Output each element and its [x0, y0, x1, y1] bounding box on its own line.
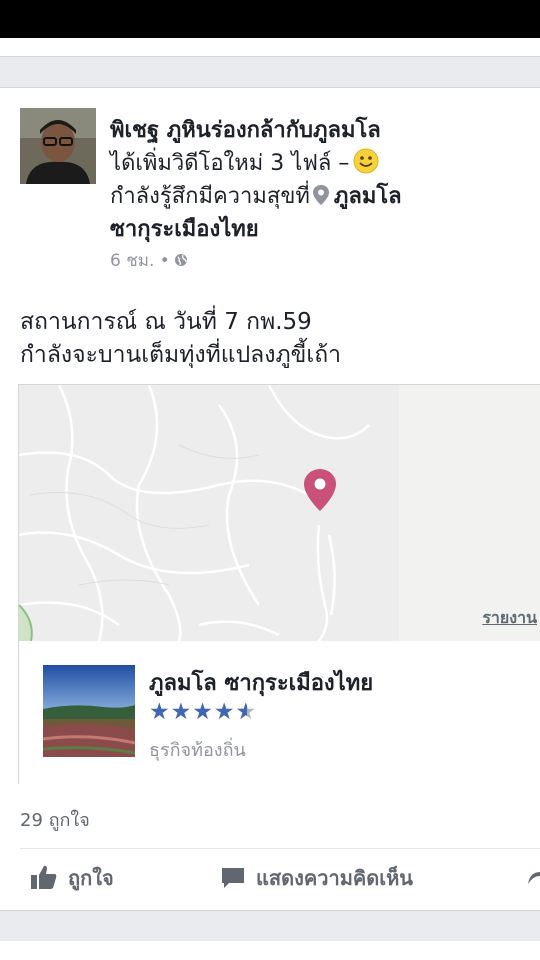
avatar[interactable]: [20, 108, 96, 184]
share-button[interactable]: [526, 862, 540, 886]
smile-emoji-icon: [353, 148, 379, 174]
location-pin-icon: [312, 183, 330, 205]
post-body-line: สถานการณ์ ณ วันที่ 7 กพ.59: [20, 309, 312, 335]
comment-button[interactable]: แสดงความคิดเห็น: [220, 862, 413, 894]
feeling-line: กำลังรู้สึกมีความสุขที่ ภูลมโล: [110, 180, 530, 213]
star-icon: ★: [213, 699, 236, 725]
feeling-text: กำลังรู้สึกมีความสุขที่: [110, 184, 310, 209]
author-name[interactable]: พิเชฐ ภูหินร่องกล้ากับภูลมโล: [110, 114, 530, 147]
star-icon: ★: [192, 699, 214, 725]
post-meta: 6 ชม. •: [110, 248, 530, 274]
location-link[interactable]: ภูลมโล: [334, 184, 402, 209]
star-icon: ★: [170, 699, 193, 725]
comment-label: แสดงความคิดเห็น: [256, 866, 413, 890]
thumbs-up-icon: [31, 865, 57, 889]
action-bar: ถูกใจ แสดงความคิดเห็น: [0, 852, 540, 908]
post-action-line: ได้เพิ่มวิดีโอใหม่ 3 ไฟล์ –: [110, 147, 530, 180]
rating-stars: ★★★★★ ★: [149, 699, 257, 725]
previous-post-tail: [0, 38, 540, 56]
place-thumbnail: [43, 665, 135, 757]
feed-divider: [0, 56, 540, 88]
map-report-link[interactable]: รายงาน: [482, 606, 537, 631]
place-info[interactable]: ภูลมโล ซากุระเมืองไทย ★★★★★ ★ ธุรกิจท้องถ…: [19, 641, 540, 785]
share-icon: [528, 866, 540, 884]
location-link-continued[interactable]: ซากุระเมืองไทย: [110, 213, 530, 246]
post-body: สถานการณ์ ณ วันที่ 7 กพ.59 กำลังจะบานเต็…: [20, 306, 530, 372]
star-icon: ★: [149, 699, 171, 725]
feed-divider-bottom: [0, 910, 540, 941]
map-view[interactable]: รายงาน: [19, 385, 540, 641]
place-category: ธุรกิจท้องถิ่น: [149, 740, 246, 761]
place-name[interactable]: ภูลมโล ซากุระเมืองไทย: [149, 665, 373, 700]
post-header: พิเชฐ ภูหินร่องกล้ากับภูลมโล ได้เพิ่มวิด…: [110, 114, 530, 274]
status-bar: [0, 0, 540, 38]
post-action-text: ได้เพิ่มวิดีโอใหม่ 3 ไฟล์ –: [110, 151, 350, 176]
like-label: ถูกใจ: [68, 866, 114, 890]
like-button[interactable]: ถูกใจ: [30, 862, 114, 894]
globe-icon: [174, 249, 188, 266]
comment-icon: [222, 868, 244, 888]
half-star-icon: ★ ★: [235, 699, 258, 725]
post-time[interactable]: 6 ชม. •: [110, 251, 170, 271]
actions-divider: [20, 848, 540, 849]
post-body-line: กำลังจะบานเต็มทุ่งที่แปลงภูขี้เถ้า: [20, 342, 342, 368]
location-card[interactable]: รายงาน ภูลมโล ซากุระเมืองไทย ★★★★★ ★ ธุรก…: [18, 384, 540, 785]
likes-count[interactable]: 29 ถูกใจ: [20, 805, 90, 834]
